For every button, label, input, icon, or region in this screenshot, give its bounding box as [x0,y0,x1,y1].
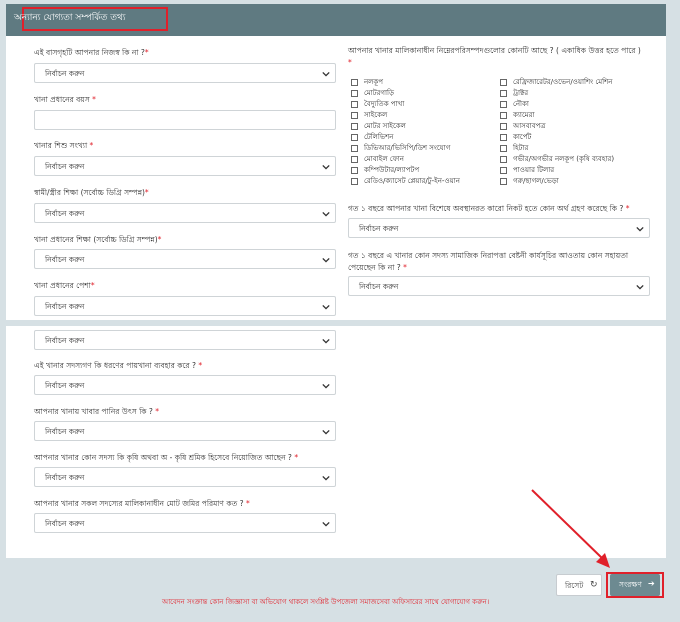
occupation-detail-select[interactable]: নির্বাচন করুন [34,330,336,350]
chevron-down-icon [322,338,330,344]
label-head-age: খানা প্রধানের বয়স * [34,95,96,104]
assets-required-mark: * [348,58,352,67]
chevron-down-icon [322,383,330,389]
chevron-down-icon [636,226,644,232]
label-land-amount: আপনার খানার সকল সদস্যের মালিকানাধীন মোট … [34,499,250,508]
head-age-input[interactable] [34,110,336,130]
save-button[interactable]: সংরক্ষণ ➔ [610,574,660,596]
reset-icon: ↻ [590,580,598,590]
form-header: অন্যান্য যোগ্যতা সম্পর্কিত তথ্য [6,4,666,36]
safety-net-select[interactable]: নির্বাচন করুন [348,276,650,296]
label-safety-net-cont: পেয়েছেন কি না ? * [348,263,407,272]
label-own-house: এই বাসগৃহটি আপনার নিজস্ব কি না ?* [34,48,149,57]
remittance-select[interactable]: নির্বাচন করুন [348,218,650,238]
chevron-down-icon [322,71,330,77]
label-water-source: আপনার খানায় খাবার পানির উৎস কি ? * [34,407,159,416]
contact-note: আবেদন সংক্রান্ত কোন জিজ্ঞাসা বা অভিযোগ থ… [162,598,490,606]
chevron-down-icon [322,257,330,263]
land-amount-select[interactable]: নির্বাচন করুন [34,513,336,533]
annotation-arrow [531,489,610,568]
label-toilet-type: এই খানার সদস্যগণ কি ধরণের পায়খানা ব্যবহ… [34,361,203,370]
chevron-down-icon [322,304,330,310]
chevron-down-icon [322,211,330,217]
chevron-down-icon [322,521,330,527]
toilet-type-select[interactable]: নির্বাচন করুন [34,375,336,395]
head-education-select[interactable]: নির্বাচন করুন [34,249,336,269]
head-occupation-select[interactable]: নির্বাচন করুন [34,296,336,316]
chevron-down-icon [322,164,330,170]
water-source-select[interactable]: নির্বাচন করুন [34,421,336,441]
own-house-select[interactable]: নির্বাচন করুন [34,63,336,83]
chevron-down-icon [322,429,330,435]
labour-member-select[interactable]: নির্বাচন করুন [34,467,336,487]
label-assets: আপনার খানার মালিকানাধীন নিম্নেরপরিসম্পদগ… [348,46,641,55]
label-safety-net: গত ১ বছরে এ খানার কোন সদস্য সামাজিক নিরা… [348,251,629,260]
asset-checkbox[interactable]: গরু/ছাগল/ভেড়া [500,175,559,187]
label-labour-member: আপনার খানার কোন সদস্য কি কৃষি অথবা অ - ক… [34,453,299,462]
chevron-down-icon [322,475,330,481]
label-remittance: গত ১ বছরে আপনার খানা বিশেষে অবস্থানরত কা… [348,204,630,213]
reset-button[interactable]: রিসেট ↻ [556,574,602,596]
label-child-count: খানার শিশু সংখ্যা * [34,141,94,150]
label-head-occupation: খানা প্রধানের পেশা* [34,281,95,290]
form-panel-top: এই বাসগৃহটি আপনার নিজস্ব কি না ?* নির্বা… [6,36,666,320]
label-head-education: খানা প্রধানের শিক্ষা (সর্বোচ্চ ডিগ্রি সম… [34,235,162,244]
asset-checkbox[interactable]: রেডিও/ক্যাসেট প্লেয়ার/টু-ইন-ওয়ান [351,175,460,187]
form-title: অন্যান্য যোগ্যতা সম্পর্কিত তথ্য [14,13,126,23]
label-spouse-education: স্বামী/স্ত্রীর শিক্ষা (সর্বোচ্চ ডিগ্রি স… [34,188,149,197]
arrow-right-icon: ➔ [648,579,655,588]
spouse-education-select[interactable]: নির্বাচন করুন [34,203,336,223]
chevron-down-icon [636,284,644,290]
child-count-select[interactable]: নির্বাচন করুন [34,156,336,176]
